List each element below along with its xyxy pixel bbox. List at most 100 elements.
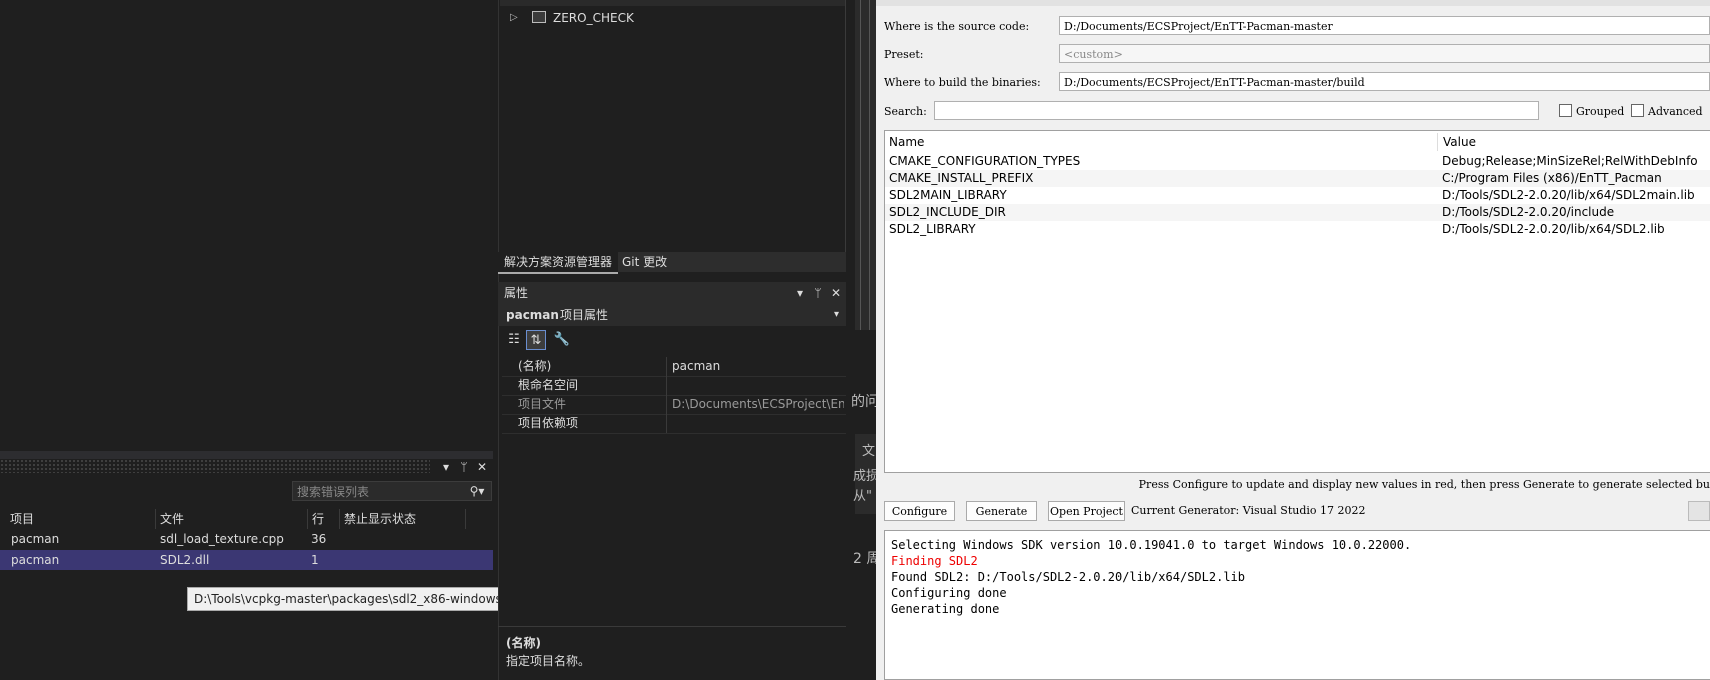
cell-name: SDL2_INCLUDE_DIR	[889, 205, 1006, 219]
search-icon[interactable]: ⚲▾	[462, 481, 492, 501]
cell-name: SDL2_LIBRARY	[889, 222, 976, 236]
table-row[interactable]: pacman sdl_load_texture.cpp 36	[0, 529, 493, 549]
table-row[interactable]: SDL2_INCLUDE_DIR D:/Tools/SDL2-2.0.20/in…	[885, 204, 1710, 221]
explorer-tabs: 解决方案资源管理器 Git 更改	[498, 252, 846, 274]
cell-name: CMAKE_CONFIGURATION_TYPES	[889, 154, 1081, 168]
property-key: 根命名空间	[518, 378, 579, 392]
pin-icon[interactable]: ᛘ	[456, 459, 472, 475]
property-key: 项目文件	[518, 397, 567, 411]
object-name: pacman	[506, 308, 559, 322]
log-line: Generating done	[891, 602, 1000, 616]
wrench-icon[interactable]: 🔧	[552, 330, 572, 350]
cell-file: sdl_load_texture.cpp	[160, 532, 284, 546]
checkbox-box[interactable]	[1559, 104, 1572, 117]
output-log: Selecting Windows SDK version 10.0.19041…	[884, 530, 1710, 680]
cell-value[interactable]: D:/Tools/SDL2-2.0.20/lib/x64/SDL2.lib	[1442, 221, 1665, 238]
cmake-gui-window: Where is the source code: D:/Documents/E…	[876, 0, 1710, 680]
preset-select[interactable]: <custom>	[1059, 44, 1710, 63]
column-header-file[interactable]: 文件	[150, 509, 308, 529]
binaries-path-input[interactable]: D:/Documents/ECSProject/EnTT-Pacman-mast…	[1059, 72, 1710, 91]
search-input[interactable]	[934, 101, 1539, 120]
checkbox-box[interactable]	[1631, 104, 1644, 117]
column-separator	[666, 376, 667, 395]
table-row[interactable]: pacman SDL2.dll 1	[0, 550, 493, 570]
object-type: 项目属性	[560, 308, 609, 322]
column-separator	[666, 414, 667, 433]
property-value[interactable]: pacman	[672, 357, 844, 376]
property-value[interactable]: D:\Documents\ECSProject\EnT	[672, 395, 844, 414]
cell-line: 36	[311, 532, 327, 546]
property-row[interactable]: 项目依赖项	[502, 414, 846, 434]
property-row[interactable]: 根命名空间	[502, 376, 846, 396]
close-icon[interactable]: ✕	[474, 459, 490, 475]
close-icon[interactable]: ✕	[828, 285, 844, 301]
preset-label: Preset:	[884, 48, 924, 61]
column-separator	[666, 395, 667, 414]
background-text: 从"	[853, 489, 872, 504]
column-header-project[interactable]: 项目	[0, 509, 156, 529]
log-line: Selecting Windows SDK version 10.0.19041…	[891, 538, 1412, 552]
categorized-icon[interactable]: ☷	[504, 330, 524, 350]
tab-solution-explorer[interactable]: 解决方案资源管理器	[498, 252, 619, 274]
project-icon	[532, 11, 546, 23]
table-row[interactable]: SDL2MAIN_LIBRARY D:/Tools/SDL2-2.0.20/li…	[885, 187, 1710, 204]
panel-drag-grip[interactable]	[0, 459, 430, 473]
description-text: 指定项目名称。	[506, 654, 591, 668]
scrollbar[interactable]	[845, 0, 846, 252]
property-row[interactable]: (名称) pacman	[502, 357, 846, 377]
cell-name: CMAKE_INSTALL_PREFIX	[889, 171, 1034, 185]
property-key: (名称)	[518, 359, 552, 373]
generate-button[interactable]: Generate	[966, 501, 1037, 521]
source-path-input[interactable]: D:/Documents/ECSProject/EnTT-Pacman-mast…	[1059, 16, 1710, 35]
cell-value[interactable]: D:/Tools/SDL2-2.0.20/lib/x64/SDL2main.li…	[1442, 187, 1695, 204]
tree-item-zero-check[interactable]: ZERO_CHECK	[553, 8, 634, 28]
chevron-down-icon[interactable]: ▾	[792, 285, 808, 301]
properties-title-bar: 属性 ▾ ᛘ ✕	[498, 282, 846, 304]
background-window-scrollbar	[860, 0, 870, 330]
current-generator: Current Generator: Visual Studio 17 2022	[1131, 504, 1366, 517]
configure-button[interactable]: Configure	[884, 501, 955, 521]
table-row[interactable]: SDL2_LIBRARY D:/Tools/SDL2-2.0.20/lib/x6…	[885, 221, 1710, 238]
column-header-value[interactable]: Value	[1439, 133, 1710, 151]
chevron-down-icon[interactable]: ▾	[834, 304, 839, 326]
column-separator	[666, 357, 667, 376]
tree-item-partial	[500, 0, 846, 6]
expand-arrow-icon[interactable]: ▷	[510, 8, 518, 28]
cache-variables-table: Name Value CMAKE_CONFIGURATION_TYPES Deb…	[884, 130, 1710, 473]
properties-object-selector[interactable]: pacman 项目属性 ▾	[498, 304, 846, 326]
grouped-label: Grouped	[1576, 105, 1625, 118]
advanced-checkbox[interactable]: Advanced	[1631, 104, 1703, 118]
column-header-suppression[interactable]: 禁止显示状态	[334, 509, 466, 529]
alphabetical-sort-icon[interactable]: ⇅	[526, 330, 546, 350]
cell-file: SDL2.dll	[160, 553, 210, 567]
table-row[interactable]: CMAKE_CONFIGURATION_TYPES Debug;Release;…	[885, 153, 1710, 170]
cell-line: 1	[311, 553, 319, 567]
tab-git-changes[interactable]: Git 更改	[616, 252, 673, 272]
open-project-button[interactable]: Open Project	[1048, 501, 1125, 521]
column-header-name[interactable]: Name	[885, 133, 1438, 151]
chevron-down-icon[interactable]: ▾	[438, 459, 454, 475]
property-key: 项目依赖项	[518, 416, 579, 430]
progress-bar	[1688, 501, 1710, 521]
log-line-error: Finding SDL2	[891, 554, 978, 568]
grouped-checkbox[interactable]: Grouped	[1559, 104, 1624, 118]
cell-value[interactable]: D:/Tools/SDL2-2.0.20/include	[1442, 204, 1614, 221]
description-divider[interactable]	[498, 626, 846, 627]
cell-value[interactable]: Debug;Release;MinSizeRel;RelWithDebInfo	[1442, 153, 1698, 170]
background-text: 文	[862, 444, 876, 459]
binaries-label: Where to build the binaries:	[884, 76, 1041, 89]
pin-icon[interactable]: ᛘ	[810, 285, 826, 301]
property-row[interactable]: 项目文件 D:\Documents\ECSProject\EnT	[502, 395, 846, 415]
log-line: Found SDL2: D:/Tools/SDL2-2.0.20/lib/x64…	[891, 570, 1246, 584]
panel-splitter[interactable]	[0, 451, 493, 459]
instruction-text: Press Configure to update and display ne…	[876, 478, 1710, 491]
table-row[interactable]: CMAKE_INSTALL_PREFIX C:/Program Files (x…	[885, 170, 1710, 187]
cell-value[interactable]: C:/Program Files (x86)/EnTT_Pacman	[1442, 170, 1662, 187]
menu-bar-edge	[876, 0, 1710, 6]
cell-name: SDL2MAIN_LIBRARY	[889, 188, 1007, 202]
log-line: Configuring done	[891, 586, 1007, 600]
properties-title: 属性	[504, 286, 529, 300]
properties-toolbar: ☷ ⇅ 🔧	[498, 328, 846, 352]
cell-project: pacman	[11, 532, 60, 546]
description-title: (名称)	[506, 636, 541, 650]
